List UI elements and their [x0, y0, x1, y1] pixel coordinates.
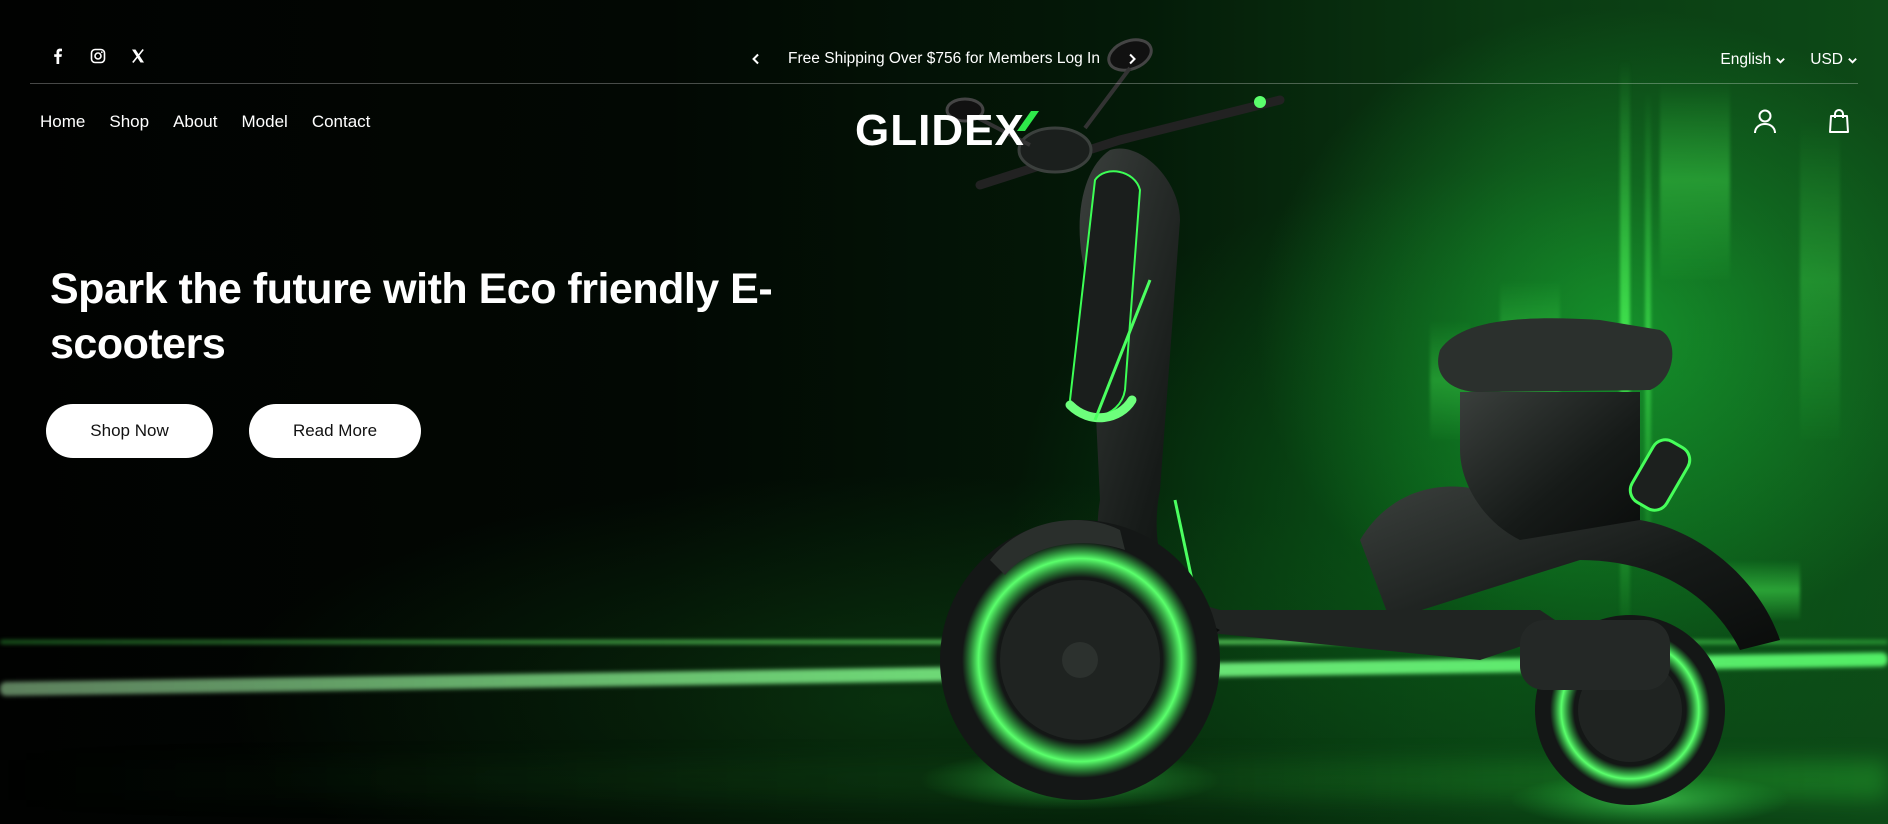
x-twitter-icon[interactable]	[130, 48, 146, 64]
language-label: English	[1720, 51, 1772, 68]
main-nav: Home Shop About Model Contact	[40, 112, 370, 132]
logo-text: GLIDEX	[855, 107, 1025, 151]
nav-item-shop[interactable]: Shop	[109, 112, 149, 132]
nav-item-contact[interactable]: Contact	[312, 112, 371, 132]
announcement-carousel: Free Shipping Over $756 for Members Log …	[750, 50, 1138, 68]
currency-label: USD	[1810, 51, 1843, 68]
account-icon[interactable]	[1752, 108, 1778, 134]
locale-selectors: English USD	[1720, 51, 1858, 69]
cart-bag-icon[interactable]	[1826, 108, 1852, 134]
hero-section: Free Shipping Over $756 for Members Log …	[0, 0, 1888, 824]
nav-item-about[interactable]: About	[173, 112, 217, 132]
currency-select[interactable]: USD	[1810, 51, 1858, 69]
chevron-down-icon	[1848, 57, 1857, 64]
read-more-button[interactable]: Read More	[249, 404, 421, 458]
hero-headline: Spark the future with Eco friendly E-sco…	[50, 265, 773, 368]
language-select[interactable]: English	[1720, 51, 1786, 69]
chevron-right-icon[interactable]	[1126, 53, 1138, 65]
header-actions	[1752, 108, 1852, 134]
social-links	[50, 48, 146, 64]
hero-cta-group: Shop Now Read More	[46, 404, 421, 458]
e-scooter-image	[920, 38, 1790, 824]
nav-item-home[interactable]: Home	[40, 112, 85, 132]
instagram-icon[interactable]	[90, 48, 106, 64]
chevron-down-icon	[1776, 57, 1786, 64]
nav-item-model[interactable]: Model	[242, 112, 288, 132]
facebook-icon[interactable]	[50, 48, 66, 64]
announcement-bar: Free Shipping Over $756 for Members Log …	[30, 0, 1858, 84]
chevron-left-icon[interactable]	[750, 53, 762, 65]
shop-now-button[interactable]: Shop Now	[46, 404, 213, 458]
brand-logo[interactable]: GLIDEX	[855, 107, 1045, 151]
announcement-text[interactable]: Free Shipping Over $756 for Members Log …	[788, 50, 1100, 68]
